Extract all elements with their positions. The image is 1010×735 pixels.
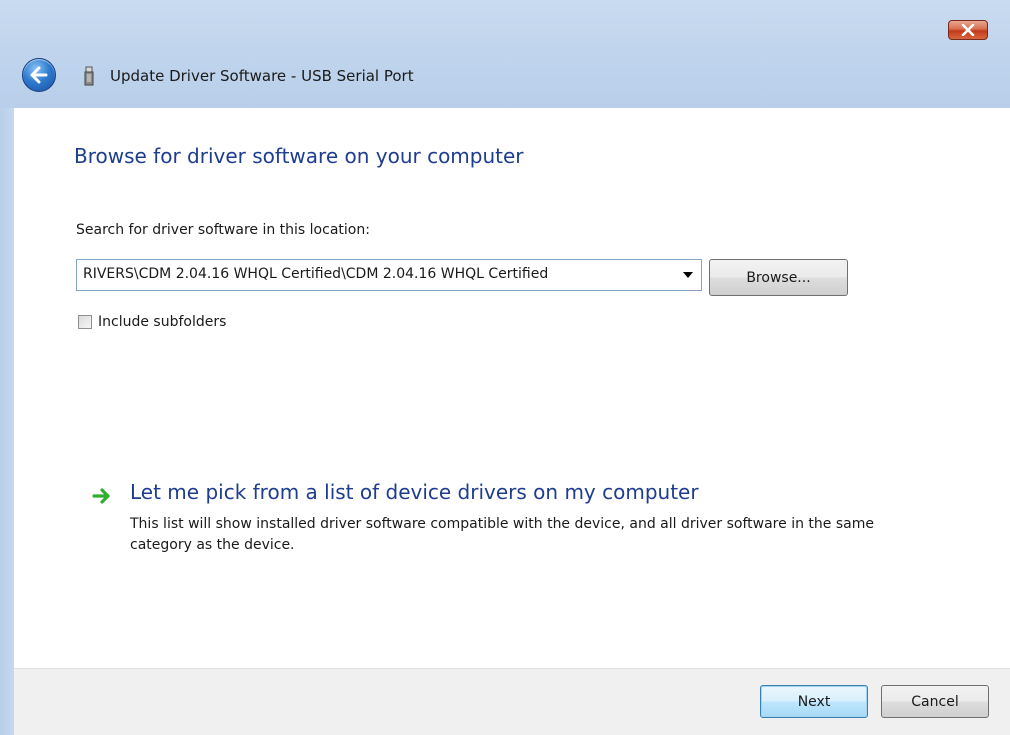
- close-button[interactable]: [948, 20, 988, 40]
- location-input[interactable]: RIVERS\CDM 2.04.16 WHQL Certified\CDM 2.…: [83, 266, 661, 282]
- include-subfolders-option[interactable]: Include subfolders: [78, 314, 226, 330]
- button-bar: Next Cancel: [14, 668, 1010, 735]
- chevron-down-icon: [683, 272, 693, 278]
- next-button[interactable]: Next: [760, 685, 868, 718]
- window-frame-left: [0, 108, 14, 735]
- back-arrow-icon: [30, 66, 48, 84]
- pick-from-list-link[interactable]: Let me pick from a list of device driver…: [130, 480, 699, 504]
- location-label: Search for driver software in this locat…: [76, 222, 370, 238]
- include-subfolders-checkbox[interactable]: [78, 315, 92, 329]
- close-icon: [961, 24, 975, 36]
- window-title: Update Driver Software - USB Serial Port: [110, 67, 414, 85]
- page-heading: Browse for driver software on your compu…: [74, 144, 524, 168]
- browse-button[interactable]: Browse...: [709, 259, 848, 296]
- content-area: Browse for driver software on your compu…: [14, 108, 1010, 668]
- title-bar: [0, 0, 1010, 108]
- green-arrow-icon: [92, 488, 110, 504]
- location-combobox[interactable]: RIVERS\CDM 2.04.16 WHQL Certified\CDM 2.…: [76, 259, 702, 291]
- usb-device-icon: [84, 66, 94, 86]
- dropdown-button[interactable]: [675, 260, 701, 290]
- back-button[interactable]: [22, 58, 56, 92]
- pick-from-list-description: This list will show installed driver sof…: [130, 516, 874, 553]
- include-subfolders-label[interactable]: Include subfolders: [98, 314, 226, 330]
- cancel-button[interactable]: Cancel: [881, 685, 989, 718]
- update-driver-window: Update Driver Software - USB Serial Port…: [0, 0, 1010, 735]
